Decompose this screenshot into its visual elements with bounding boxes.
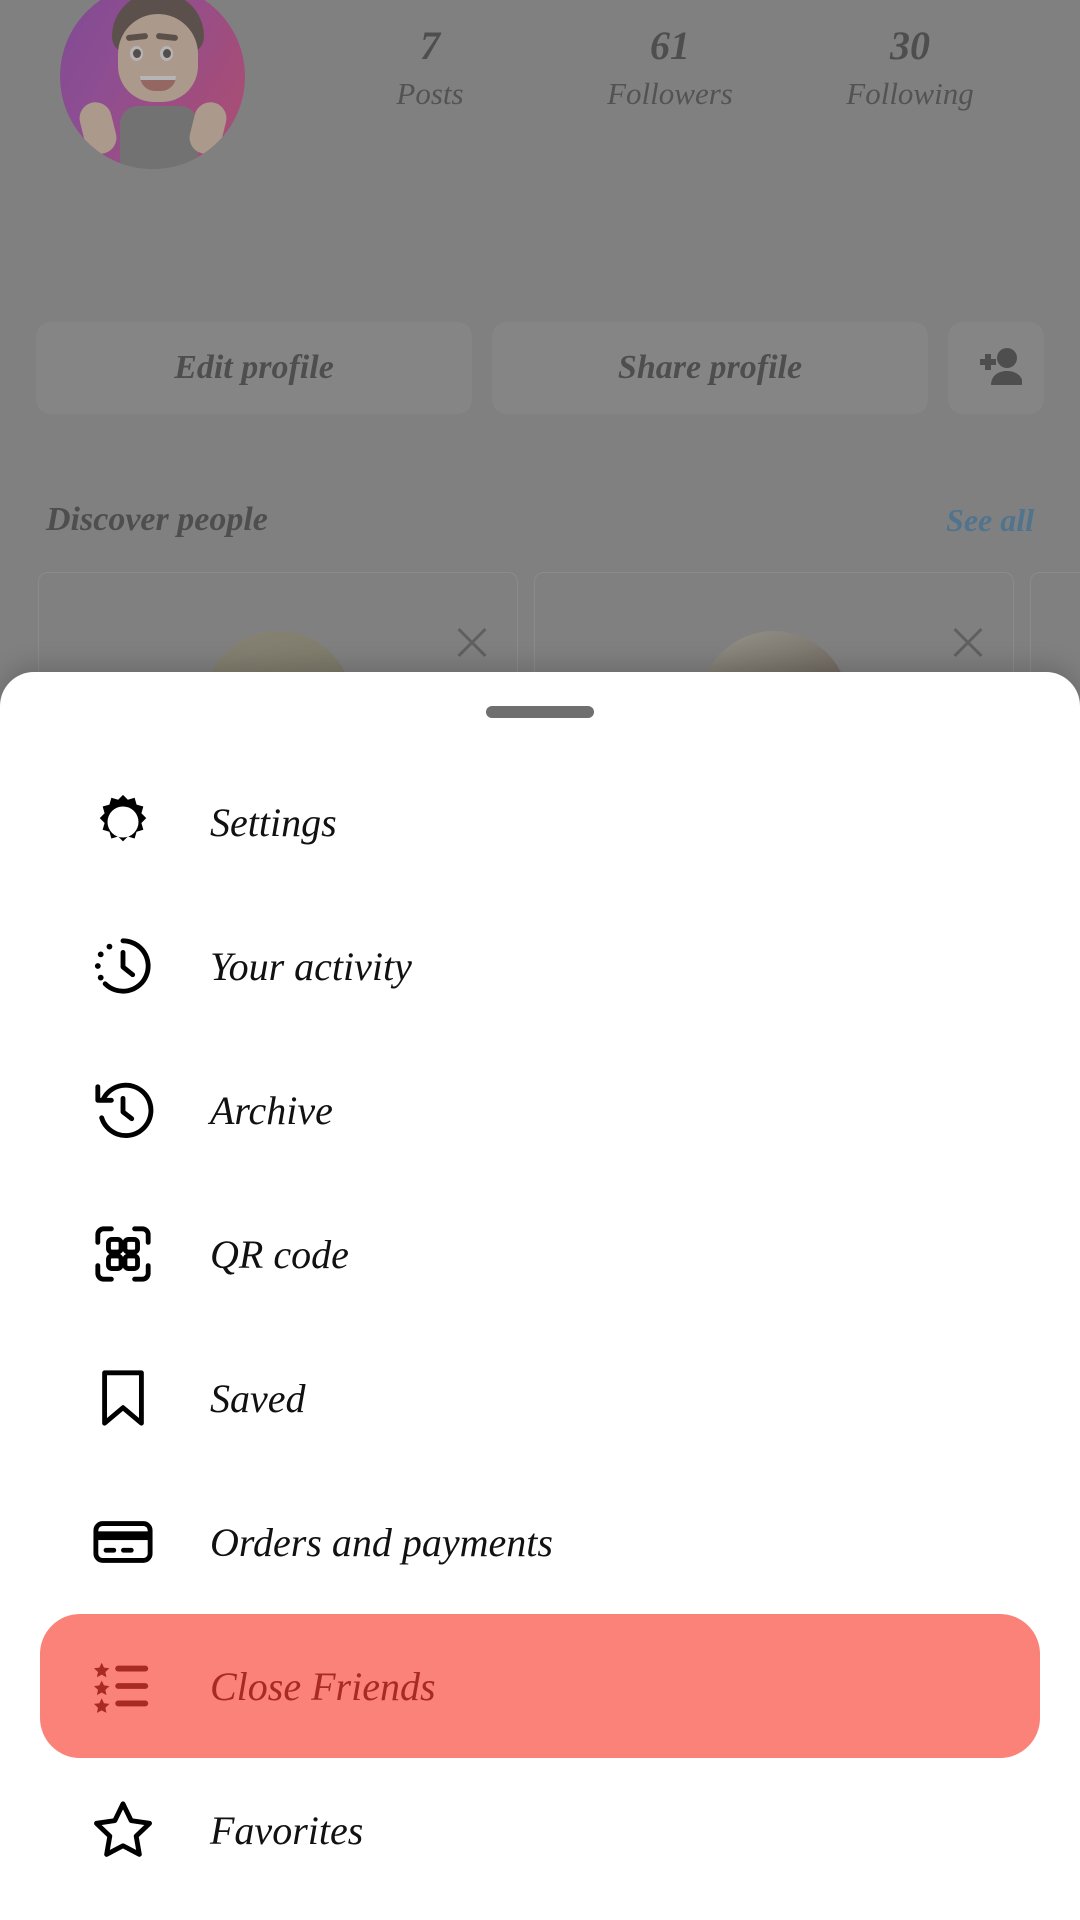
menu-item-qr-code[interactable]: QR code xyxy=(40,1182,1040,1326)
menu-item-label: Favorites xyxy=(210,1807,364,1853)
credit-card-icon xyxy=(88,1507,158,1577)
star-outline-icon xyxy=(88,1795,158,1865)
menu-list: Settings Your activity Archive QR code S… xyxy=(0,750,1080,1902)
archive-clock-icon xyxy=(88,1075,158,1145)
gear-icon xyxy=(88,787,158,857)
bottom-sheet-menu: Settings Your activity Archive QR code S… xyxy=(0,672,1080,1920)
star-list-icon xyxy=(88,1651,158,1721)
drag-handle[interactable] xyxy=(486,706,594,718)
menu-item-close-friends[interactable]: Close Friends xyxy=(40,1614,1040,1758)
menu-item-saved[interactable]: Saved xyxy=(40,1326,1040,1470)
menu-item-label: Saved xyxy=(210,1375,306,1421)
menu-item-favorites[interactable]: Favorites xyxy=(40,1758,1040,1902)
menu-item-label: Archive xyxy=(210,1087,333,1133)
menu-item-orders-and-payments[interactable]: Orders and payments xyxy=(40,1470,1040,1614)
bookmark-icon xyxy=(88,1363,158,1433)
menu-item-your-activity[interactable]: Your activity xyxy=(40,894,1040,1038)
qr-code-icon xyxy=(88,1219,158,1289)
menu-item-label: Your activity xyxy=(210,943,412,989)
menu-item-label: Orders and payments xyxy=(210,1519,553,1565)
activity-clock-icon xyxy=(88,931,158,1001)
menu-item-label: Settings xyxy=(210,799,337,845)
menu-item-label: Close Friends xyxy=(210,1663,436,1709)
app-screen: 7 Posts 61 Followers 30 Following Edit p… xyxy=(0,0,1080,1920)
menu-item-label: QR code xyxy=(210,1231,349,1277)
menu-item-settings[interactable]: Settings xyxy=(40,750,1040,894)
menu-item-archive[interactable]: Archive xyxy=(40,1038,1040,1182)
